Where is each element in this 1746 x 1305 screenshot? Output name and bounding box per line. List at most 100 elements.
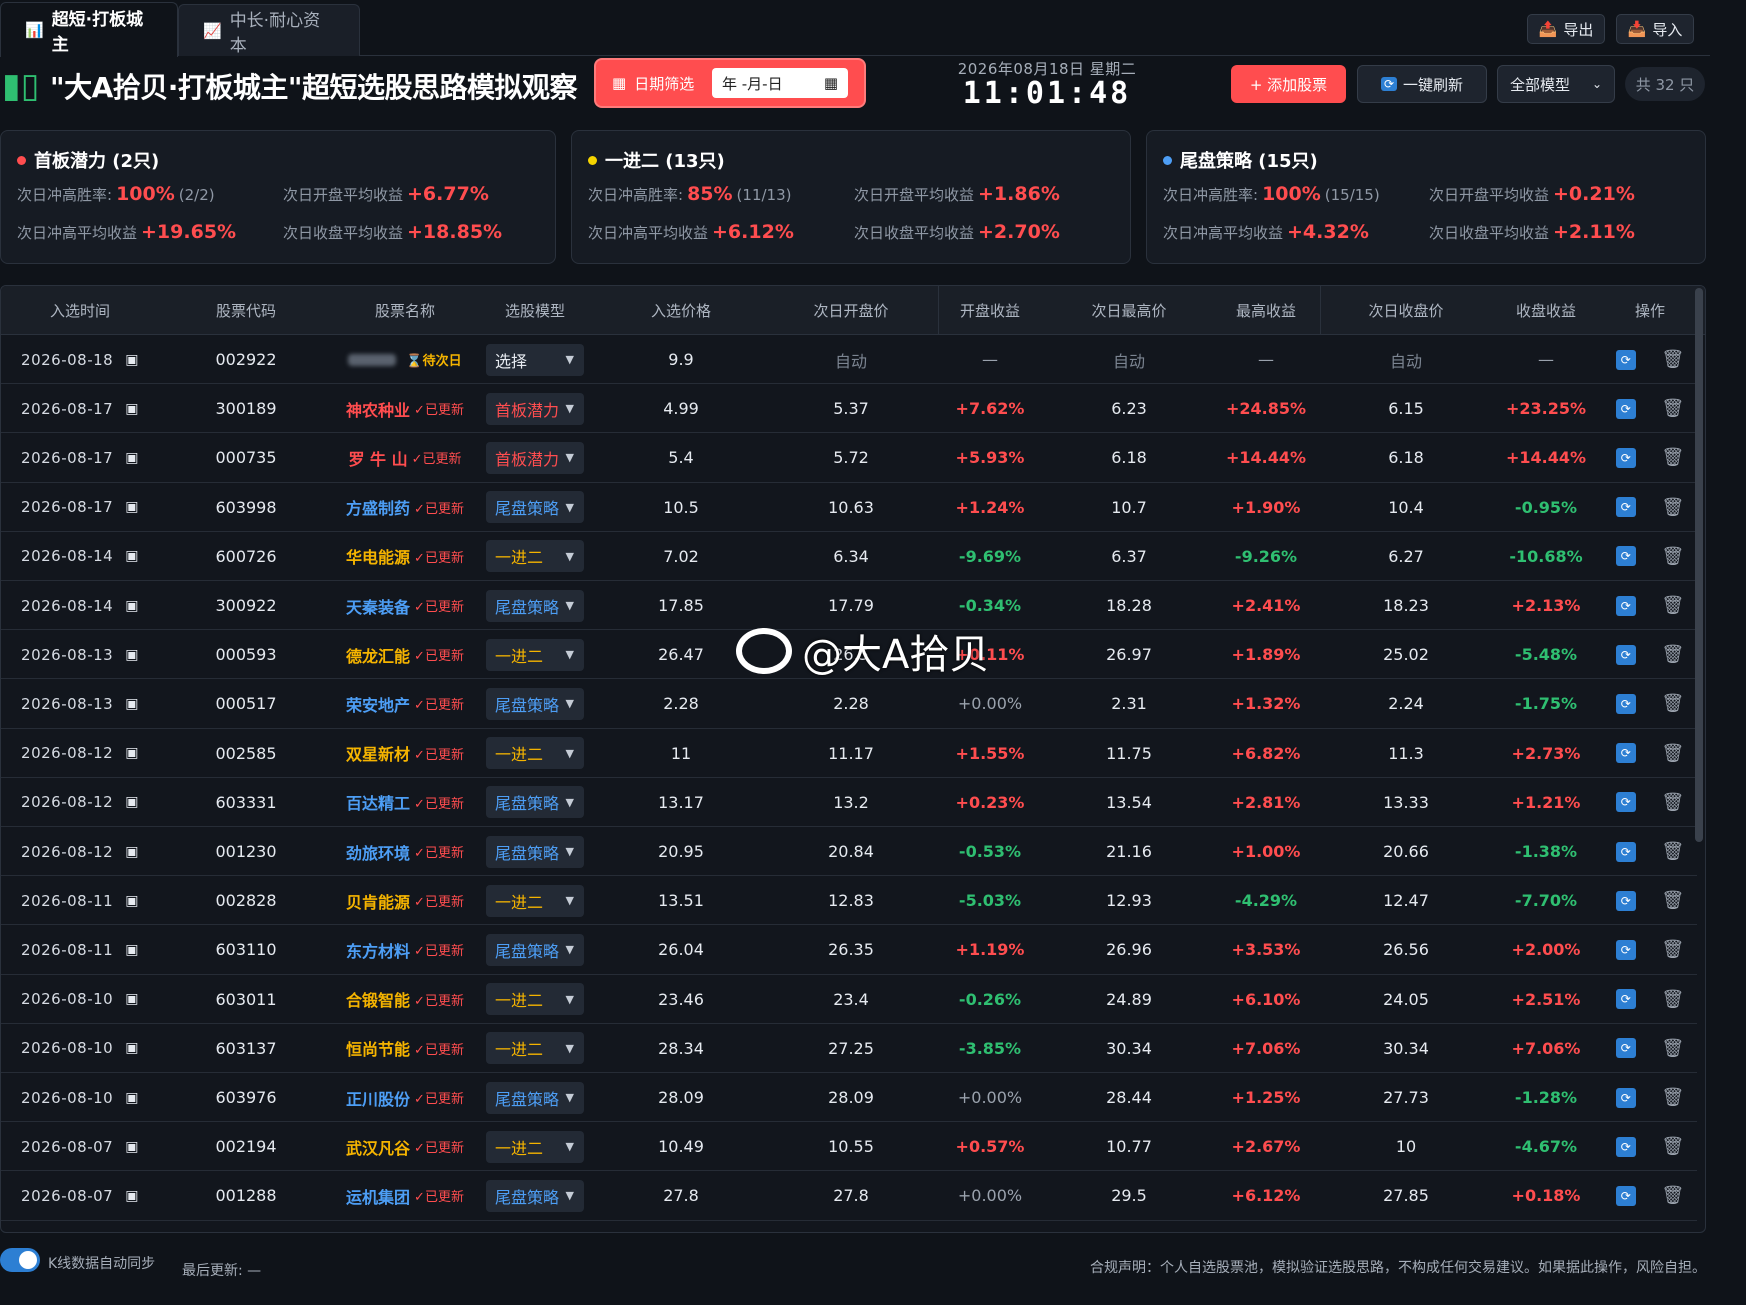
trash-icon[interactable]: 🗑 [1661, 349, 1684, 370]
calendar-icon[interactable]: ▣ [125, 991, 139, 1007]
select-date-cell[interactable]: 2026-08-10 ▣ [1, 1073, 159, 1122]
refresh-row-icon[interactable]: ⟳ [1615, 1185, 1636, 1206]
calendar-icon[interactable]: ▣ [125, 647, 139, 663]
select-date-cell[interactable]: 2026-08-17 ▣ [1, 384, 159, 433]
table-row[interactable]: 2026-08-10 ▣ 603137 恒尚节能 ✓已更新 一进二 ▼ 28.34 27.25-… [1, 1024, 1697, 1073]
calendar-icon[interactable]: ▣ [125, 499, 139, 515]
export-button[interactable]: 📤 导出 [1527, 14, 1605, 44]
refresh-row-icon[interactable]: ⟳ [1615, 890, 1636, 911]
stock-name[interactable]: 东方材料 [346, 938, 410, 962]
refresh-row-icon[interactable]: ⟳ [1615, 1136, 1636, 1157]
select-date-cell[interactable]: 2026-08-14 ▣ [1, 581, 159, 630]
model-select[interactable]: 尾盘策略 ▼ [486, 933, 584, 966]
table-row[interactable]: 2026-08-18 ▣ 002922 ⌛待次日 选择 ▼ 9.9 自动 — 自动 — 自动 — ⟳ 🗑 [1, 335, 1697, 385]
refresh-row-icon[interactable]: ⟳ [1615, 447, 1636, 468]
select-date-cell[interactable]: 2026-08-14 ▣ [1, 532, 159, 581]
auto-sync-toggle[interactable] [0, 1248, 40, 1272]
calendar-icon[interactable]: ▣ [125, 450, 139, 466]
refresh-row-icon[interactable]: ⟳ [1615, 546, 1636, 567]
refresh-row-icon[interactable]: ⟳ [1615, 349, 1636, 370]
column-header[interactable]: 选股模型 [485, 286, 585, 335]
trash-icon[interactable]: 🗑 [1661, 1185, 1684, 1206]
calendar-icon[interactable]: ▣ [125, 942, 139, 958]
stock-name[interactable]: 双星新材 [346, 741, 410, 765]
select-date-cell[interactable]: 2026-08-12 ▣ [1, 729, 159, 778]
select-date-cell[interactable]: 2026-08-12 ▣ [1, 778, 159, 827]
refresh-row-icon[interactable]: ⟳ [1615, 644, 1636, 665]
stock-name[interactable]: 武汉凡谷 [346, 1135, 410, 1159]
model-select[interactable]: 尾盘策略 ▼ [486, 835, 584, 868]
refresh-row-icon[interactable]: ⟳ [1615, 595, 1636, 616]
calendar-icon[interactable]: ▣ [125, 548, 139, 564]
select-date-cell[interactable]: 2026-08-10 ▣ [1, 1024, 159, 1073]
select-date-cell[interactable]: 2026-08-18 ▣ [1, 335, 159, 384]
select-date-cell[interactable]: 2026-08-13 ▣ [1, 630, 159, 679]
model-select[interactable]: 一进二 ▼ [486, 737, 584, 770]
trash-icon[interactable]: 🗑 [1661, 1087, 1684, 1108]
stock-name[interactable]: 劲旅环境 [346, 840, 410, 864]
trash-icon[interactable]: 🗑 [1661, 447, 1684, 468]
model-select[interactable]: 一进二 ▼ [486, 983, 584, 1016]
model-select[interactable]: 一进二 ▼ [486, 540, 584, 573]
trash-icon[interactable]: 🗑 [1661, 792, 1684, 813]
select-date-cell[interactable]: 2026-08-07 ▣ [1, 1171, 159, 1220]
trash-icon[interactable]: 🗑 [1661, 989, 1684, 1010]
refresh-row-icon[interactable]: ⟳ [1615, 939, 1636, 960]
add-stock-button[interactable]: + 添加股票 [1231, 65, 1346, 103]
trash-icon[interactable]: 🗑 [1661, 1136, 1684, 1157]
refresh-row-icon[interactable]: ⟳ [1615, 497, 1636, 518]
table-row[interactable]: 2026-08-07 ▣ 001288 运机集团 ✓已更新 尾盘策略 ▼ 27.8 27.8 +0… [1, 1171, 1697, 1221]
calendar-icon[interactable]: ▣ [125, 794, 139, 810]
select-date-cell[interactable]: 2026-08-12 ▣ [1, 827, 159, 876]
select-date-cell[interactable]: 2026-08-10 ▣ [1, 975, 159, 1024]
stock-name[interactable]: 德龙汇能 [346, 643, 410, 667]
model-select[interactable]: 尾盘策略 ▼ [486, 491, 584, 524]
calendar-icon[interactable]: ▣ [125, 352, 139, 368]
tab-long-term[interactable]: 📈 中长·耐心资本 [178, 4, 360, 56]
model-select[interactable]: 一进二 ▼ [486, 884, 584, 917]
stock-name[interactable]: 百达精工 [346, 790, 410, 814]
stock-name[interactable]: 神农种业 [346, 397, 410, 421]
table-row[interactable]: 2026-08-17 ▣ 603998 方盛制药 ✓已更新 尾盘策略 ▼ 10.5 10.63 +… [1, 483, 1697, 532]
model-select[interactable]: 一进二 ▼ [486, 1032, 584, 1065]
column-header[interactable]: 最高收益 [1199, 286, 1333, 335]
refresh-row-icon[interactable]: ⟳ [1615, 989, 1636, 1010]
trash-icon[interactable]: 🗑 [1661, 1038, 1684, 1059]
model-select[interactable]: 尾盘策略 ▼ [486, 1179, 584, 1212]
refresh-row-icon[interactable]: ⟳ [1615, 743, 1636, 764]
column-header[interactable]: 收盘收益 [1479, 286, 1613, 335]
model-select[interactable]: 选择 ▼ [486, 343, 584, 376]
table-row[interactable]: 2026-08-10 ▣ 603976 正川股份 ✓已更新 尾盘策略 ▼ 28.09 28.09… [1, 1073, 1697, 1123]
column-header[interactable]: 次日开盘价 [771, 286, 931, 335]
stock-name[interactable]: 华电能源 [346, 544, 410, 568]
column-header[interactable]: 操作 [1603, 286, 1697, 335]
model-select[interactable]: 尾盘策略 ▼ [486, 786, 584, 819]
model-select[interactable]: 首板潜力 ▼ [486, 392, 584, 425]
table-row[interactable]: 2026-08-12 ▣ 002585 双星新材 ✓已更新 一进二 ▼ 11 11.17 +1.5… [1, 729, 1697, 778]
trash-icon[interactable]: 🗑 [1661, 644, 1684, 665]
table-row[interactable]: 2026-08-14 ▣ 600726 华电能源 ✓已更新 一进二 ▼ 7.02 6.34 -9.… [1, 532, 1697, 581]
trash-icon[interactable]: 🗑 [1661, 497, 1684, 518]
stock-name[interactable]: 方盛制药 [346, 495, 410, 519]
trash-icon[interactable]: 🗑 [1661, 398, 1684, 419]
select-date-cell[interactable]: 2026-08-17 ▣ [1, 433, 159, 482]
select-date-cell[interactable]: 2026-08-11 ▣ [1, 925, 159, 974]
refresh-row-icon[interactable]: ⟳ [1615, 1087, 1636, 1108]
table-row[interactable]: 2026-08-10 ▣ 603011 合锻智能 ✓已更新 一进二 ▼ 23.46 23.4 -0… [1, 975, 1697, 1024]
calendar-icon[interactable]: ▣ [125, 401, 139, 417]
trash-icon[interactable]: 🗑 [1661, 693, 1684, 714]
column-header[interactable]: 股票名称 [317, 286, 493, 335]
table-row[interactable]: 2026-08-07 ▣ 002194 武汉凡谷 ✓已更新 一进二 ▼ 10.49 10.55 +… [1, 1122, 1697, 1172]
trash-icon[interactable]: 🗑 [1661, 939, 1684, 960]
calendar-icon[interactable]: ▣ [125, 598, 139, 614]
stock-name[interactable]: 恒尚节能 [346, 1036, 410, 1060]
table-row[interactable]: 2026-08-11 ▣ 603110 东方材料 ✓已更新 尾盘策略 ▼ 26.04 26.35… [1, 925, 1697, 975]
model-filter-select[interactable]: 全部模型 ⌄ [1497, 65, 1615, 103]
table-row[interactable]: 2026-08-17 ▣ 000735 罗 牛 山 ✓已更新 首板潜力 ▼ 5.4 5.72 +5… [1, 433, 1697, 483]
trash-icon[interactable]: 🗑 [1661, 841, 1684, 862]
calendar-picker-icon[interactable]: ▦ [824, 74, 838, 92]
model-select[interactable]: 尾盘策略 ▼ [486, 589, 584, 622]
model-select[interactable]: 一进二 ▼ [486, 638, 584, 671]
table-row[interactable]: 2026-08-13 ▣ 000517 荣安地产 ✓已更新 尾盘策略 ▼ 2.28 2.28 +0… [1, 679, 1697, 729]
calendar-icon[interactable]: ▣ [125, 745, 139, 761]
